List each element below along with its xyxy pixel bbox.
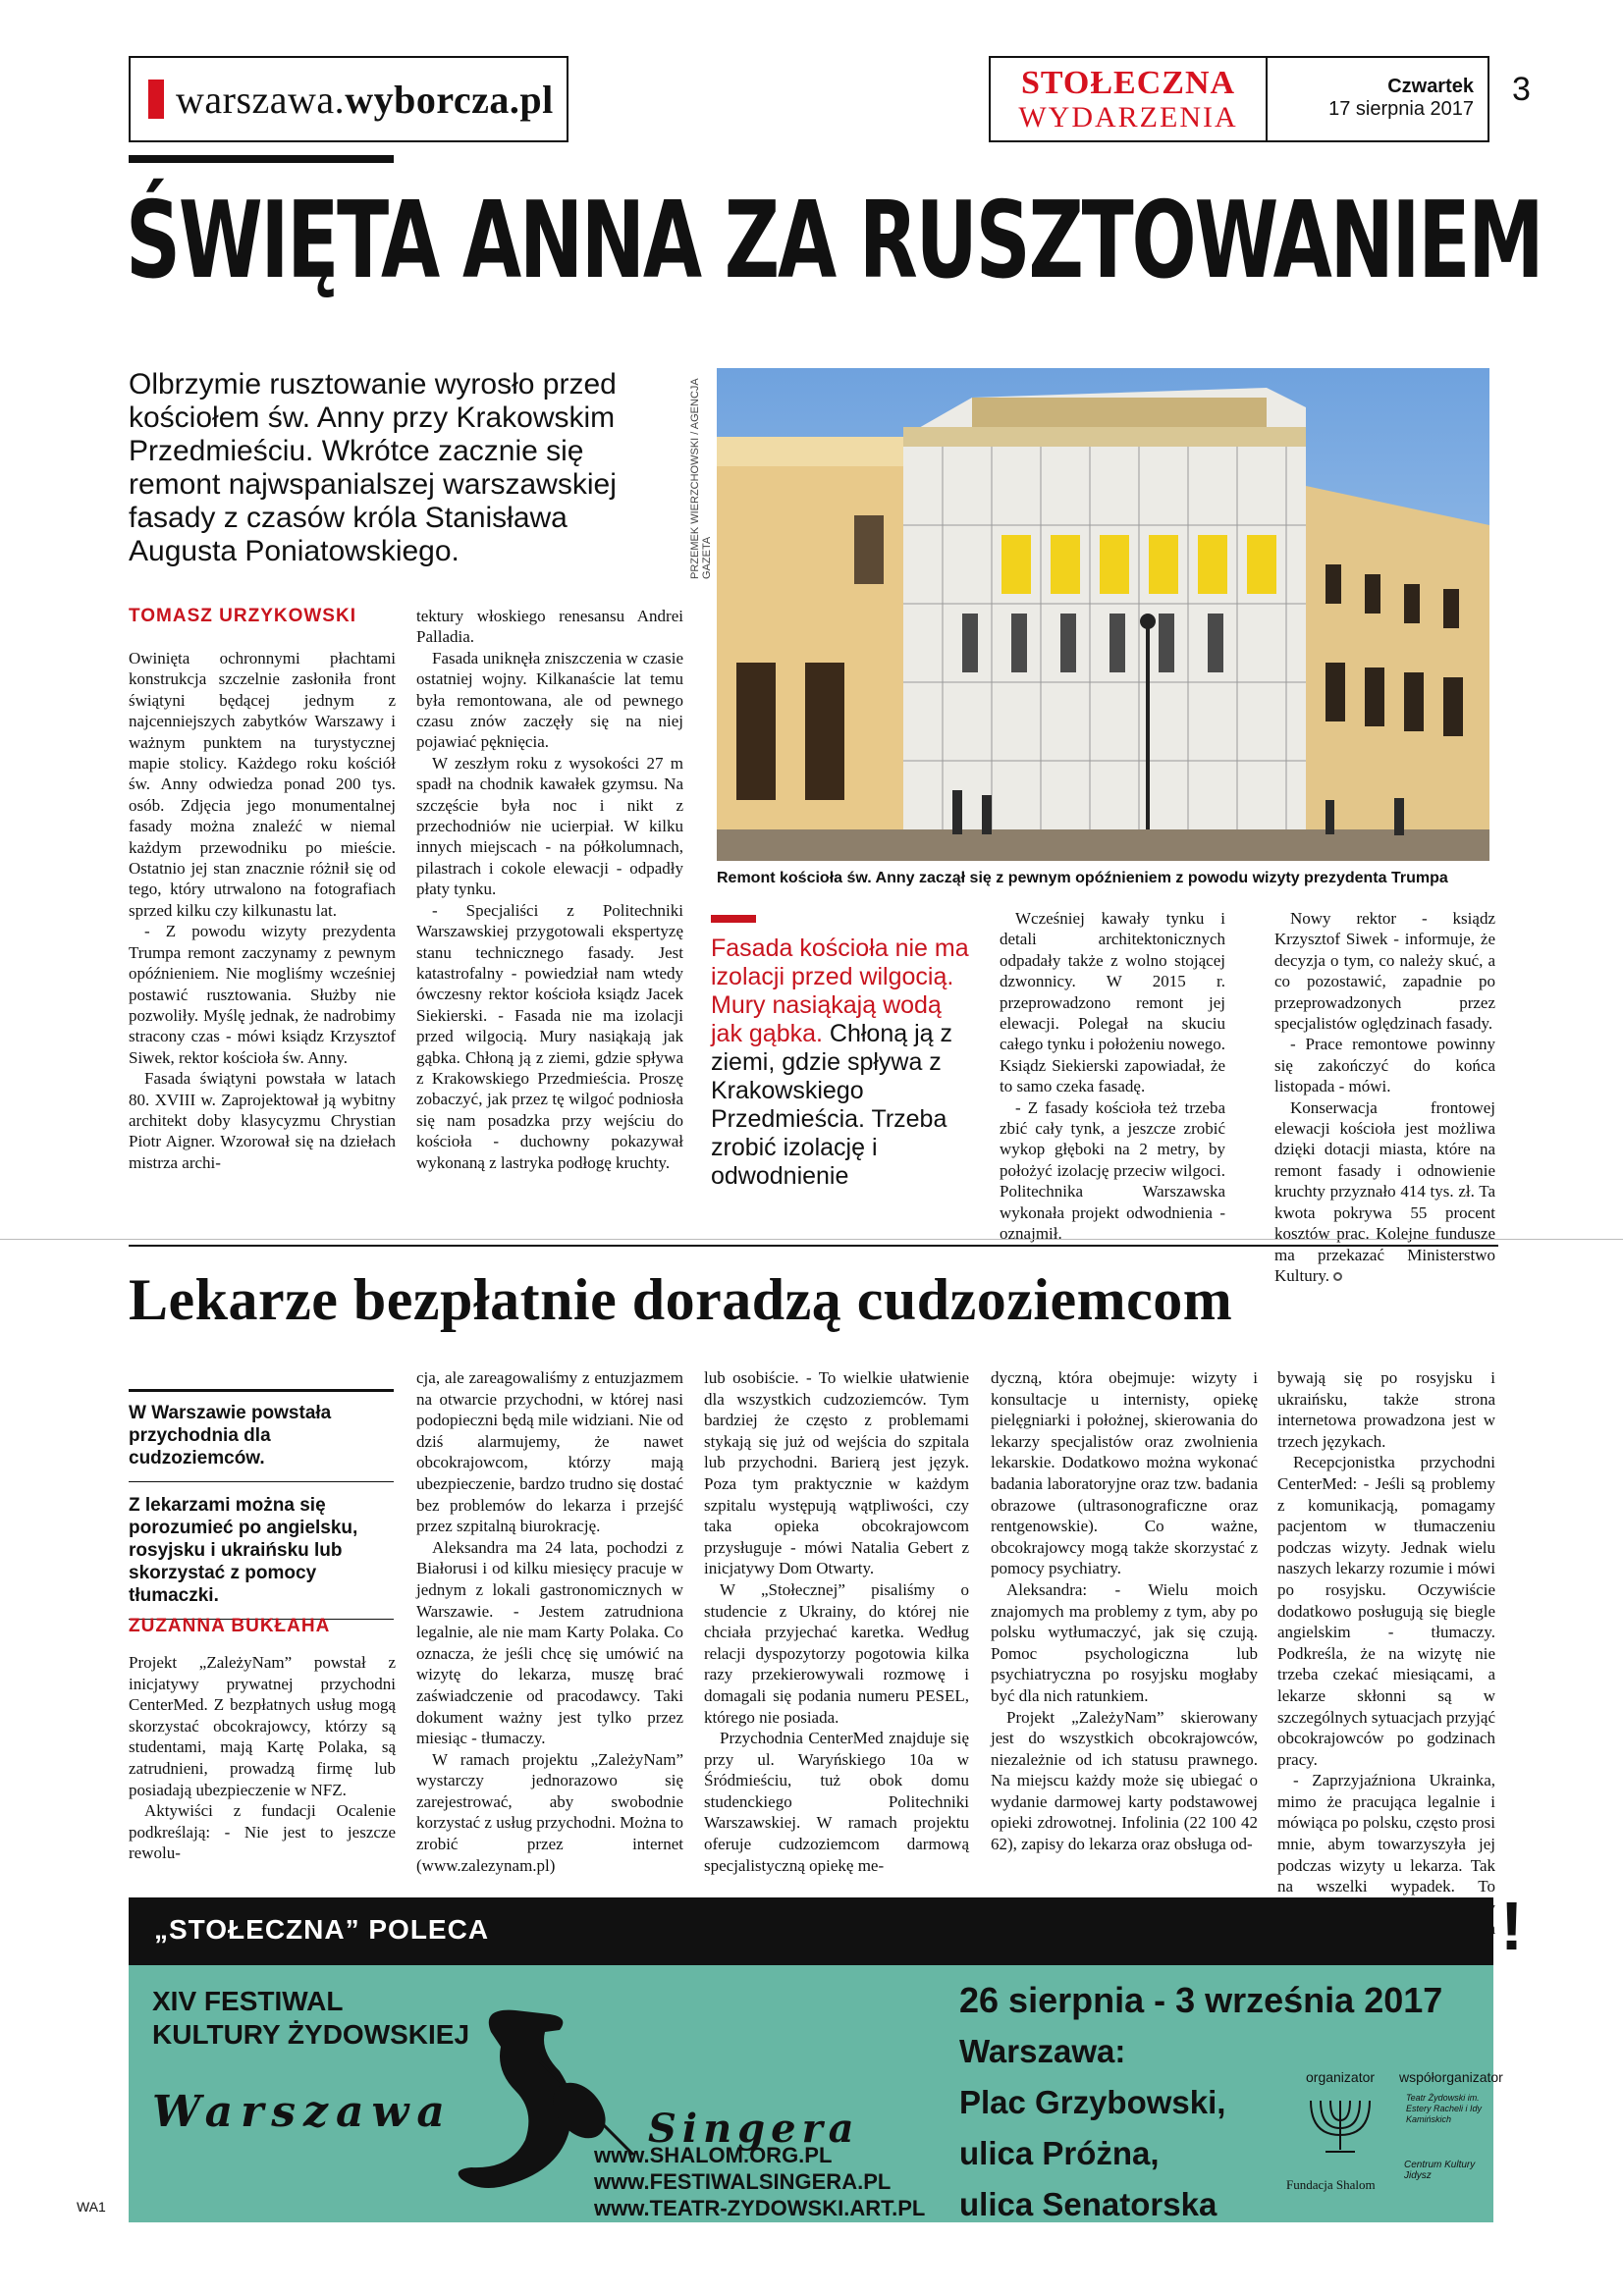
- photo-illustration: [717, 368, 1489, 861]
- article-paragraph: - Z powodu wizyty prezydenta Trumpa remo…: [129, 922, 396, 1067]
- summary-box-2: Z lekarzami można się porozumieć po angi…: [129, 1481, 394, 1620]
- article-paragraph-text: Konserwacja frontowej elewacji kościoła …: [1274, 1097, 1495, 1285]
- summary-box-1: W Warszawie powstała przychodnia dla cud…: [129, 1389, 394, 1481]
- festival-dates: 26 sierpnia - 3 września 2017: [959, 1980, 1443, 2020]
- article-column-3: Wcześniej kawały tynku i detali architek…: [1000, 908, 1225, 1245]
- article-paragraph: - Prace remontowe powinny się zakończyć …: [1274, 1035, 1495, 1096]
- photo-credit: PRZEMEK WIERZCHOWSKI / AGENCJA GAZETA: [689, 378, 713, 579]
- article2-column-1: Projekt „ZależyNam” powstał z inicjatywy…: [129, 1652, 396, 1864]
- organizer-name: Fundacja Shalom: [1286, 2177, 1376, 2192]
- section-divider: [0, 1239, 1623, 1240]
- article-paragraph: Aktywiści z fundacji Ocalenie podkreślaj…: [129, 1801, 396, 1863]
- article-paragraph: Fasada świątyni powstała w latach 80. XV…: [129, 1069, 396, 1172]
- article-paragraph: Przychodnia CenterMed znajduje się przy …: [704, 1729, 969, 1875]
- url-link[interactable]: www.TEATR-ZYDOWSKI.ART.PL: [594, 2195, 925, 2221]
- article-paragraph: Aleksandra ma 24 lata, pochodzi z Białor…: [416, 1537, 683, 1748]
- article-paragraph: Projekt „ZależyNam” powstał z inicjatywy…: [129, 1653, 396, 1799]
- coorganizer-name: Centrum Kultury Jidysz: [1404, 2160, 1476, 2181]
- article2-headline: Lekarze bezpłatnie doradzą cudzoziemcom: [129, 1267, 1233, 1332]
- article-column-2: tektury włoskiego renesansu Andrei Palla…: [416, 606, 683, 1173]
- ad-exclamation-icon: !: [1500, 1888, 1524, 1964]
- page-number: 3: [1512, 71, 1531, 108]
- article-column-4: Nowy rektor - ksiądz Krzysztof Siwek - i…: [1274, 908, 1495, 1286]
- article2-column-4: dyczną, która obejmuje: wizyty i konsult…: [991, 1367, 1258, 1855]
- article-paragraph: W ramach projektu „ZależyNam” wystarczy …: [416, 1749, 683, 1875]
- festival-locations: Warszawa: Plac Grzybowski, ulica Próżna,…: [959, 2026, 1225, 2230]
- article-paragraph: Owinięta ochronnymi płachtami konstrukcj…: [129, 649, 396, 920]
- logo-red-square: [148, 80, 164, 119]
- article-paragraph: bywają się po rosyjsku i ukraińsku, takż…: [1277, 1368, 1495, 1451]
- article-lead: Olbrzymie rusztowanie wyrosło przed kośc…: [129, 368, 617, 567]
- headline-rule: [129, 155, 394, 163]
- article-paragraph: Aleksandra: - Wielu moich znajomych ma p…: [991, 1579, 1258, 1705]
- article-paragraph: W zeszłym roku z wysokości 27 m spadł na…: [416, 753, 683, 899]
- article-paragraph: - Specjaliści z Politechniki Warszawskie…: [416, 900, 683, 1172]
- edition-code: WA1: [77, 2199, 106, 2215]
- section-header: STOŁECZNA WYDARZENIA Czwartek 17 sierpni…: [989, 56, 1489, 142]
- article-paragraph: W „Stołecznej” pisaliśmy o studencie z U…: [704, 1579, 969, 1727]
- article-paragraph: Fasada uniknęła zniszczenia w czasie ost…: [416, 648, 683, 752]
- festival-urls: www.SHALOM.ORG.PL www.FESTIWALSINGERA.PL…: [594, 2142, 925, 2221]
- article2-summary: W Warszawie powstała przychodnia dla cud…: [129, 1389, 394, 1620]
- section-subtitle: WYDARZENIA: [1018, 101, 1238, 133]
- festival-place: ulica Senatorska: [959, 2186, 1217, 2222]
- festival-place: Plac Grzybowski,: [959, 2084, 1226, 2120]
- article-paragraph: cja, ale zareagowaliśmy z entuzjazmem na…: [416, 1368, 683, 1536]
- article-column-1: Owinięta ochronnymi płachtami konstrukcj…: [129, 648, 396, 1173]
- festival-logo-left: Warszawa: [152, 2087, 453, 2137]
- festival-city: Warszawa:: [959, 2033, 1126, 2069]
- article-paragraph: Projekt „ZależyNam” skierowany jest do w…: [991, 1707, 1258, 1854]
- article2-column-2: cja, ale zareagowaliśmy z entuzjazmem na…: [416, 1367, 683, 1876]
- article2-rule: [129, 1245, 1498, 1247]
- issue-day: Czwartek: [1387, 76, 1474, 97]
- church-scaffolding-photo: [717, 368, 1489, 861]
- issue-date: Czwartek 17 sierpnia 2017: [1268, 58, 1488, 140]
- photo-caption: Remont kościoła św. Anny zaczął się z pe…: [717, 870, 1448, 886]
- coorganizer-label: współorganizator: [1399, 2069, 1503, 2085]
- festival-place: ulica Próżna,: [959, 2135, 1160, 2171]
- pullquote-marker: [711, 915, 756, 923]
- menorah-icon-svg: [1310, 2100, 1371, 2153]
- article-paragraph: lub osobiście. - To wielkie ułatwienie d…: [704, 1368, 969, 1578]
- article-paragraph: - Z fasady kościoła też trzeba zbić cały…: [1000, 1097, 1225, 1244]
- article-paragraph: tektury włoskiego renesansu Andrei Palla…: [416, 607, 683, 647]
- section-name: STOŁECZNA WYDARZENIA: [991, 58, 1268, 140]
- article-paragraph: Nowy rektor - ksiądz Krzysztof Siwek - i…: [1274, 909, 1495, 1034]
- article2-column-3: lub osobiście. - To wielkie ułatwienie d…: [704, 1367, 969, 1876]
- menorah-icon: [1296, 2091, 1384, 2160]
- organizer-label: organizator: [1306, 2069, 1376, 2085]
- ad-header-label: „STOŁECZNA” POLECA: [154, 1914, 490, 1945]
- url-link[interactable]: www.SHALOM.ORG.PL: [594, 2142, 925, 2168]
- article-paragraph: Konserwacja frontowej elewacji kościoła …: [1274, 1097, 1495, 1287]
- article-author: TOMASZ URZYKOWSKI: [129, 606, 356, 626]
- url-link[interactable]: www.FESTIWALSINGERA.PL: [594, 2168, 925, 2195]
- article-headline: ŚWIĘTA ANNA ZA RUSZTOWANIEM: [126, 180, 1544, 302]
- article2-author: ZUZANNA BUKŁAHA: [129, 1616, 331, 1636]
- masthead-logo[interactable]: warszawa.wyborcza.pl: [129, 56, 568, 142]
- issue-date-text: 17 sierpnia 2017: [1328, 98, 1474, 120]
- site-logo-text: warszawa.wyborcza.pl: [176, 77, 554, 122]
- section-title: STOŁECZNA: [1020, 65, 1236, 101]
- article2-column-5: bywają się po rosyjsku i ukraińsku, takż…: [1277, 1367, 1495, 1961]
- coorganizer-top: Teatr Żydowski im. Estery Racheli i Idy …: [1406, 2093, 1483, 2124]
- article-paragraph: Wcześniej kawały tynku i detali architek…: [1000, 909, 1225, 1096]
- pull-quote: Fasada kościoła nie ma izolacji przed wi…: [711, 934, 976, 1191]
- article-paragraph: dyczną, która obejmuje: wizyty i konsult…: [991, 1368, 1258, 1578]
- article-paragraph: Recepcjonistka przychodni CenterMed: - J…: [1277, 1453, 1495, 1769]
